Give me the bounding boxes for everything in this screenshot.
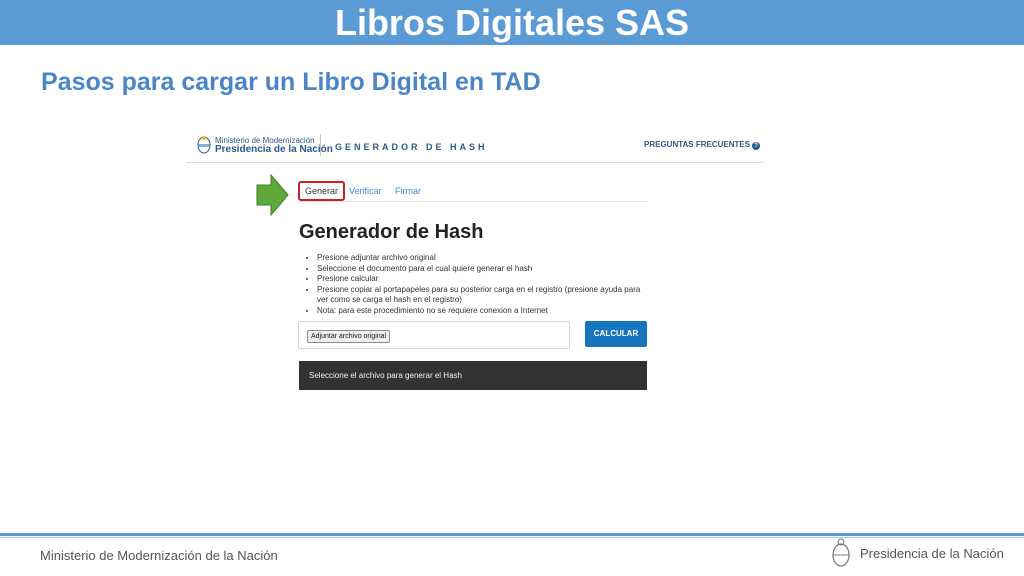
footer-divider (0, 533, 1024, 536)
list-item: Presione adjuntar archivo original (317, 253, 649, 264)
list-item: Presione copiar al portapapeles para su … (317, 285, 649, 306)
list-item: Nota: para este procedimiento no se requ… (317, 306, 649, 317)
page-heading: Generador de Hash (299, 221, 484, 243)
embedded-screenshot: Ministerio de Modernización Presidencia … (186, 126, 766, 396)
slide-title: Libros Digitales SAS (334, 2, 690, 43)
question-circle-icon: ? (752, 142, 761, 150)
tab-generar[interactable]: Generar (298, 181, 346, 201)
list-item: Seleccione el documento para el cual qui… (317, 264, 649, 275)
hash-result-bar: Seleccione el archivo para generar el Ha… (299, 361, 647, 390)
app-name: GENERADOR DE HASH (335, 142, 488, 152)
slide-subtitle: Pasos para cargar un Libro Digital en TA… (41, 68, 541, 96)
file-input-box: Adjuntar archivo original (298, 321, 570, 349)
list-item: Presione calcular (317, 274, 649, 285)
hash-result-text: Seleccione el archivo para generar el Ha… (309, 371, 462, 380)
footer-ministry: Ministerio de Modernización de la Nación (40, 548, 278, 563)
instruction-list: Presione adjuntar archivo original Selec… (299, 253, 649, 316)
presidency-name: Presidencia de la Nación (215, 144, 333, 155)
attach-file-button[interactable]: Adjuntar archivo original (307, 330, 391, 343)
header-divider (320, 134, 321, 156)
coat-of-arms-icon (832, 538, 850, 567)
tab-firmar[interactable]: Firmar (390, 183, 426, 199)
green-arrow-icon (256, 174, 289, 216)
faq-label: PREGUNTAS FRECUENTES (644, 140, 751, 149)
footer-presidency: Presidencia de la Nación (860, 546, 1004, 561)
calculate-button[interactable]: CALCULAR (585, 321, 647, 347)
faq-link[interactable]: PREGUNTAS FRECUENTES? (644, 140, 761, 150)
app-header: Ministerio de Modernización Presidencia … (186, 126, 764, 163)
coat-of-arms-icon (197, 135, 211, 154)
footer-divider-thin (0, 537, 1024, 538)
tab-verificar[interactable]: Verificar (344, 183, 387, 199)
tab-bar: Generar Verificar Firmar (298, 181, 648, 202)
